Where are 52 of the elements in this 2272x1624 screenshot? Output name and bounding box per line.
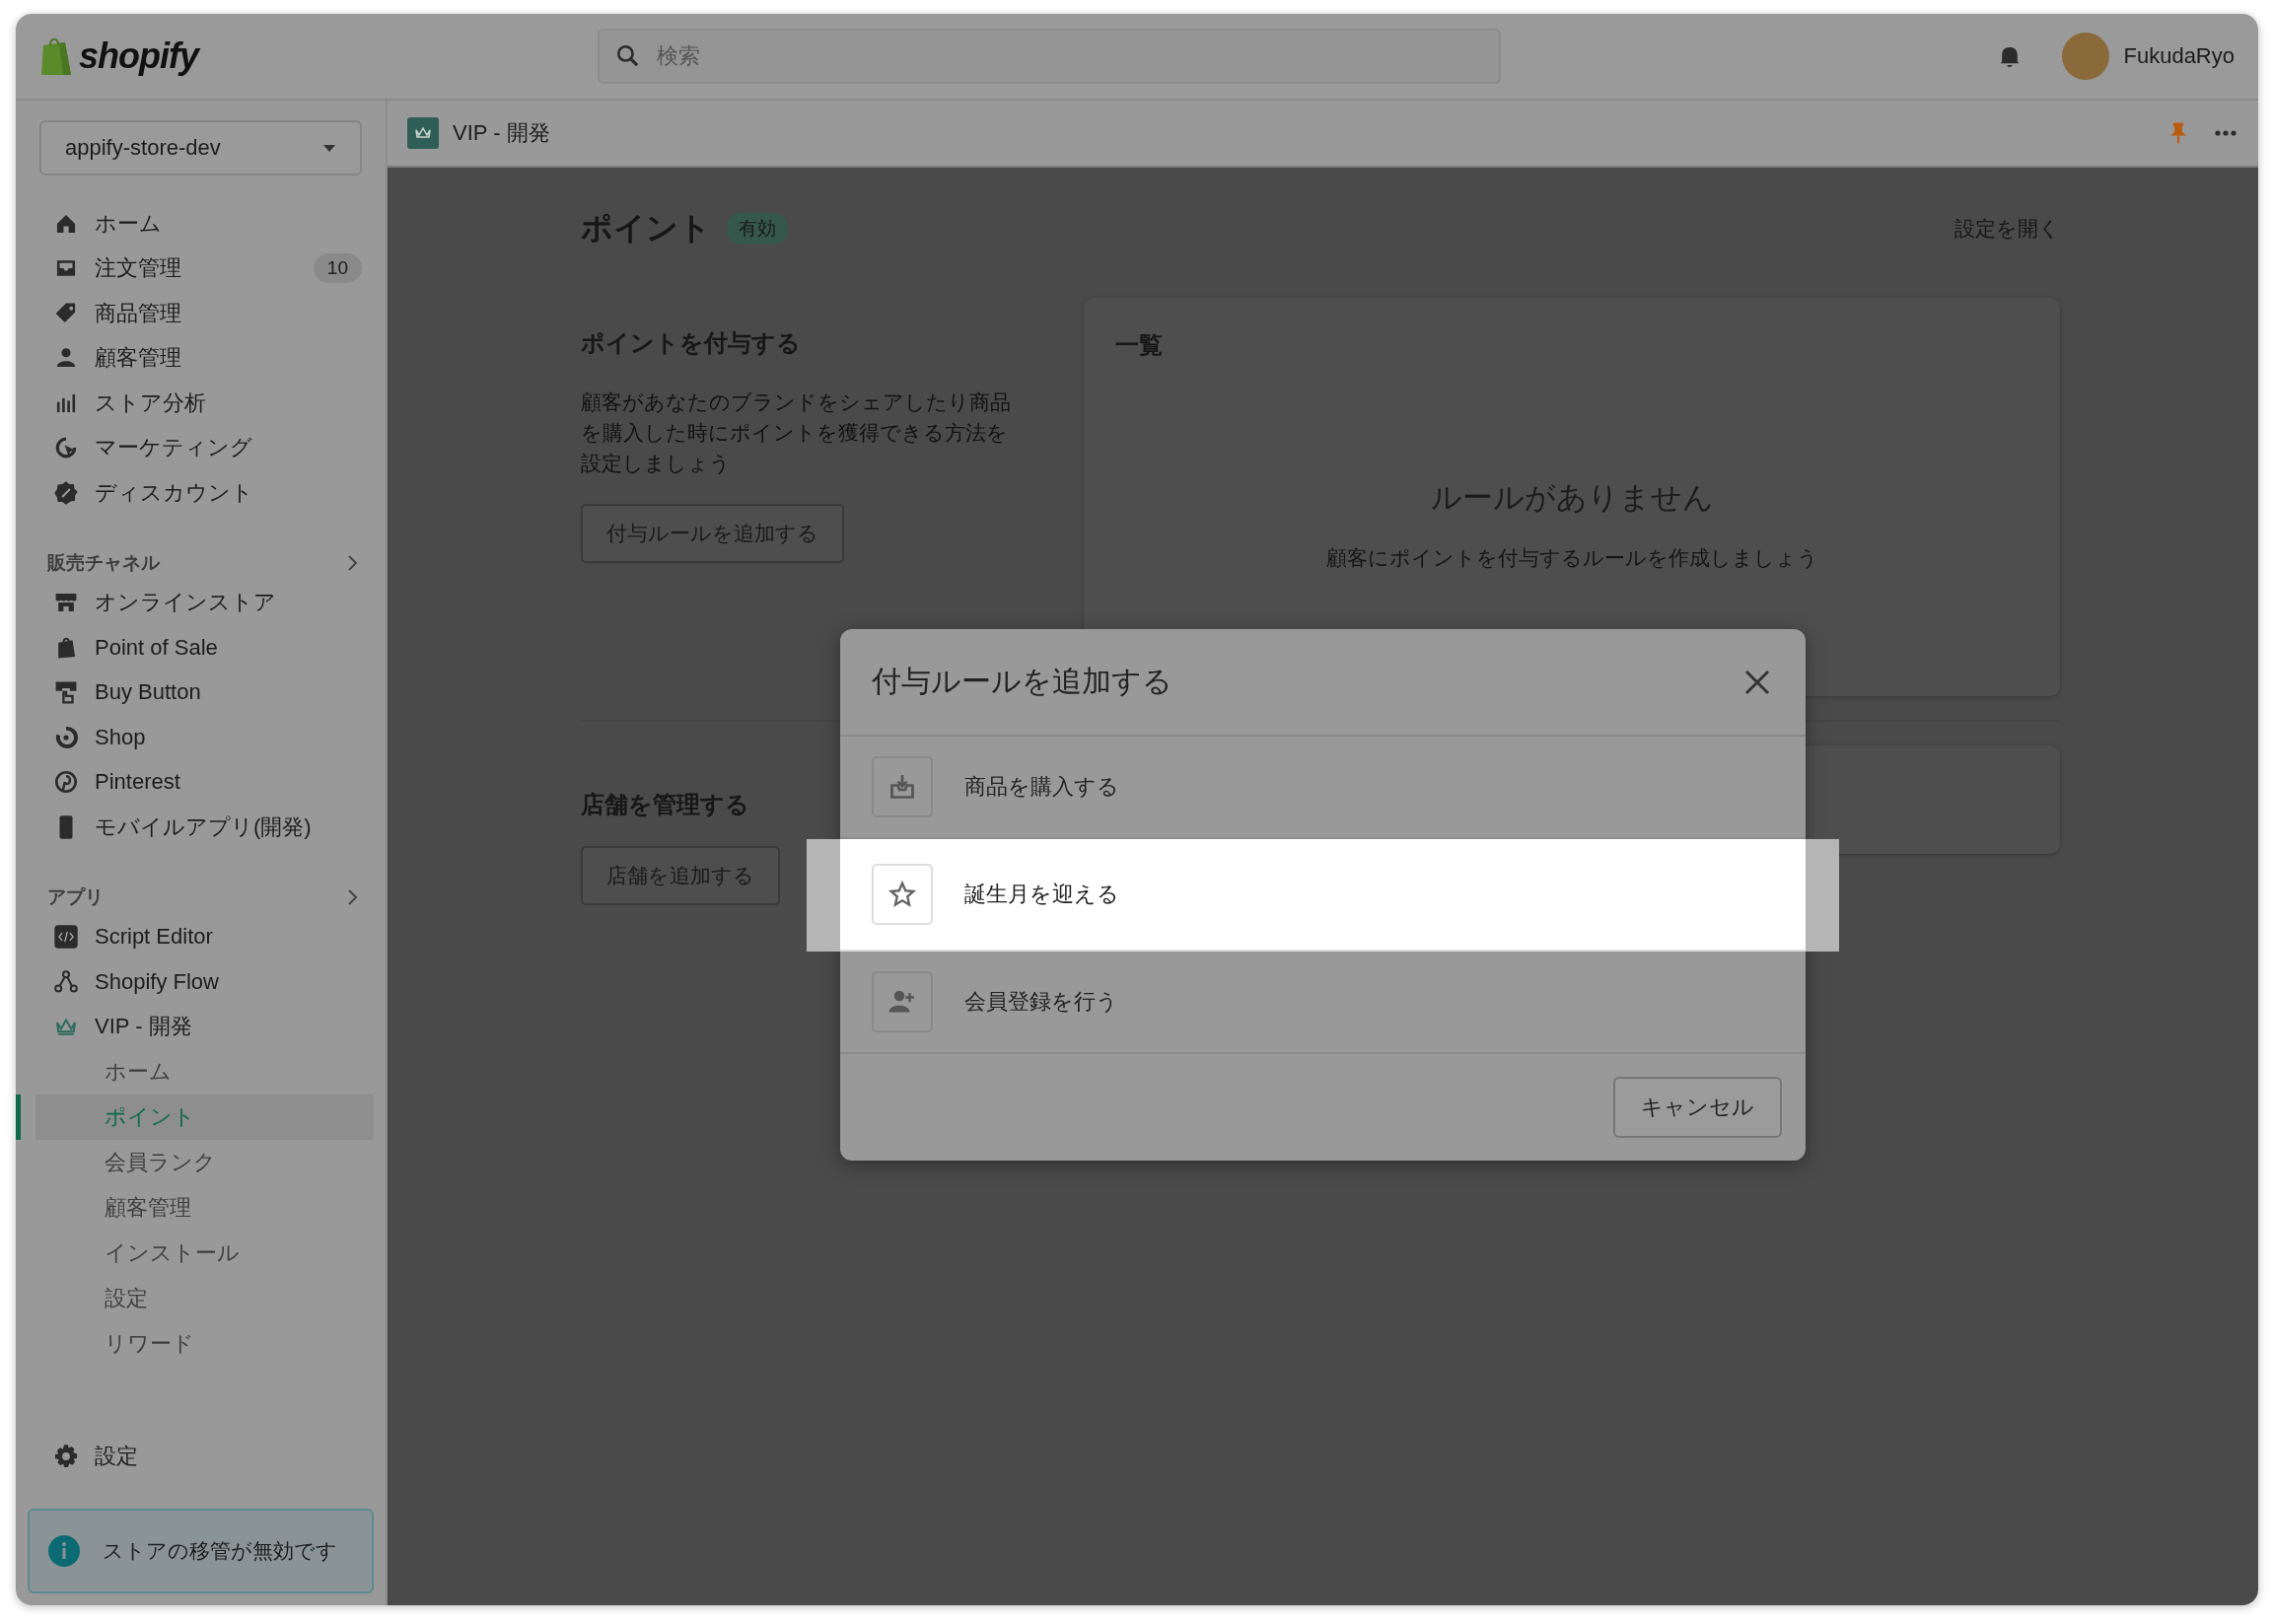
section-description: 顧客があなたのブランドをシェアしたり商品を購入した時にポイントを獲得できる方法を設定しましょう (581, 389, 1012, 476)
breadcrumb-title: VIP - 開発 (453, 119, 550, 147)
sidebar-item[interactable]: モバイルアプリ(開発) (28, 805, 374, 850)
search-field[interactable]: 検索 (598, 29, 1501, 84)
settings-item[interactable]: 設定 (28, 1434, 374, 1479)
caret-icon (322, 143, 336, 153)
sidebar-item[interactable]: 注文管理 10 (28, 246, 374, 291)
app-icon (407, 117, 439, 149)
code-icon (53, 924, 79, 951)
sidebar-item[interactable]: Buy Button (28, 670, 374, 715)
discount-icon (53, 479, 79, 506)
sidebar-subitem[interactable]: インストール (16, 1231, 374, 1276)
notice-text: ストアの移管が無効です (103, 1538, 337, 1564)
sidebar-subitem[interactable]: リワード (16, 1321, 374, 1367)
sidebar-subitem[interactable]: 設定 (16, 1276, 374, 1321)
shopping-bag-logo-icon (39, 35, 73, 77)
sidebar-item[interactable]: マーケティング (28, 425, 374, 470)
sidebar-item[interactable]: オンラインストア (28, 580, 374, 625)
sidebar-item[interactable]: Shop (28, 715, 374, 760)
sidebar-item[interactable]: 顧客管理 (28, 335, 374, 381)
card-heading: 一覧 (1115, 330, 1164, 360)
sidebar-item[interactable]: 商品管理 (28, 291, 374, 336)
pin-icon (53, 769, 79, 796)
star-icon (888, 880, 917, 909)
sidebar-item[interactable]: ストア分析 (28, 381, 374, 426)
info-icon (47, 1534, 81, 1568)
sidebar-subitem[interactable]: ホーム (16, 1049, 374, 1094)
sidebar-item[interactable]: ホーム (28, 201, 374, 247)
sidebar-item[interactable]: Point of Sale (28, 625, 374, 671)
flow-icon (53, 968, 79, 995)
status-badge: 有効 (727, 213, 788, 245)
sidebar-item[interactable]: VIP - 開発 (28, 1004, 374, 1049)
sidebar-item[interactable]: ディスカウント (28, 470, 374, 516)
circle-icon (53, 724, 79, 750)
modal-title: 付与ルールを追加する (872, 664, 1172, 699)
count-badge: 10 (313, 253, 362, 284)
settings-icon (53, 1444, 79, 1470)
sidebar-subitem[interactable]: 会員ランク (16, 1140, 374, 1185)
sidebar-item[interactable]: Script Editor (28, 914, 374, 959)
avatar[interactable] (2062, 33, 2110, 80)
search-icon (615, 43, 641, 69)
user-name[interactable]: FukudaRyo (2123, 43, 2235, 69)
section-heading: 販売チャネル (47, 550, 160, 575)
empty-state-text: 顧客にポイントを付与するルールを作成しましょう (1324, 545, 1819, 571)
sidebar-subitem[interactable]: 顧客管理 (16, 1185, 374, 1231)
section-heading: アプリ (47, 884, 104, 909)
store-selector[interactable]: appify-store-dev (39, 120, 362, 176)
sidebar-item[interactable]: Shopify Flow (28, 959, 374, 1005)
sidebar-item[interactable]: Pinterest (28, 759, 374, 805)
cancel-button[interactable]: キャンセル (1613, 1077, 1782, 1138)
download-icon (888, 772, 917, 802)
rule-option[interactable]: 会員登録を行う (840, 952, 1806, 1054)
